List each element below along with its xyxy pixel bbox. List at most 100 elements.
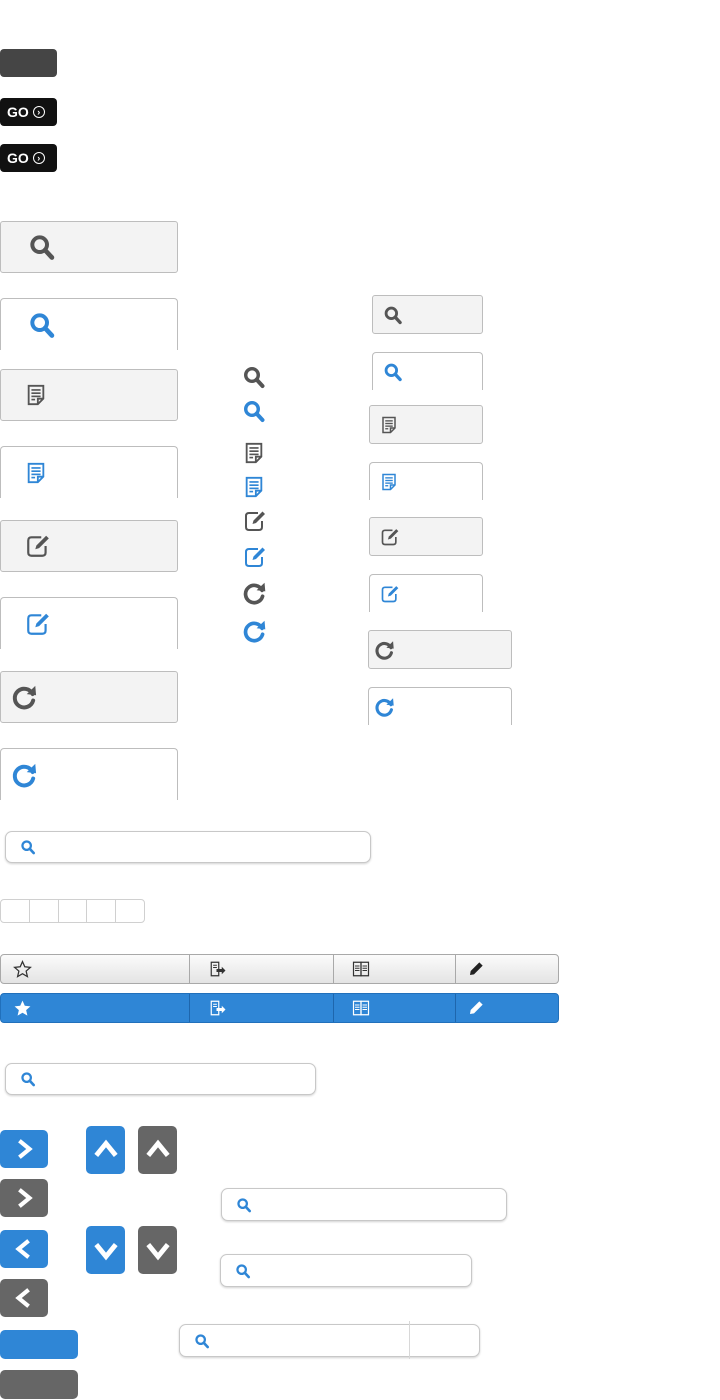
chevron-up-icon xyxy=(93,1137,119,1163)
scroll-up-button[interactable] xyxy=(138,1126,177,1174)
toolbar-favorite-button[interactable] xyxy=(1,955,191,983)
search-icon xyxy=(383,305,403,325)
segment[interactable] xyxy=(59,900,88,922)
toolbar-edit-button[interactable] xyxy=(456,955,558,983)
go-button-label: GO xyxy=(7,104,29,120)
search-icon xyxy=(20,1071,36,1087)
scroll-down-button[interactable] xyxy=(138,1226,177,1274)
scroll-up-button[interactable] xyxy=(86,1126,125,1174)
pencil-icon xyxy=(468,1000,484,1016)
refresh-tile-button-active[interactable] xyxy=(0,748,178,800)
segmented-control[interactable] xyxy=(0,899,145,923)
chevron-down-icon xyxy=(145,1237,171,1263)
chevron-left-icon xyxy=(13,1238,35,1260)
search-icon xyxy=(28,233,56,261)
edit-small-button[interactable] xyxy=(369,517,483,556)
previous-button[interactable] xyxy=(0,1279,48,1317)
document-icon xyxy=(25,461,47,485)
divider xyxy=(409,1321,410,1359)
dark-button[interactable] xyxy=(0,49,57,77)
search-input[interactable] xyxy=(258,1196,506,1213)
search-field[interactable] xyxy=(221,1188,507,1221)
primary-button[interactable] xyxy=(0,1330,78,1359)
next-button[interactable] xyxy=(0,1130,48,1168)
export-icon xyxy=(207,999,229,1017)
toolbar-edit-button[interactable] xyxy=(456,994,558,1022)
toolbar-export-button[interactable] xyxy=(190,955,335,983)
search-field[interactable] xyxy=(220,1254,472,1287)
go-button[interactable]: GO › xyxy=(0,98,57,126)
chevron-circle-right-icon: › xyxy=(32,106,45,118)
toolbar-active xyxy=(0,993,559,1023)
document-icon[interactable] xyxy=(243,475,265,499)
segment[interactable] xyxy=(87,900,117,922)
search-icon[interactable] xyxy=(242,364,266,390)
pencil-icon xyxy=(468,961,484,977)
next-button[interactable] xyxy=(0,1179,48,1217)
search-field[interactable] xyxy=(5,831,371,863)
search-field[interactable] xyxy=(179,1324,480,1357)
previous-button[interactable] xyxy=(0,1230,48,1268)
segment[interactable] xyxy=(116,900,144,922)
star-icon xyxy=(13,999,32,1018)
search-tile-button[interactable] xyxy=(0,221,178,273)
go-button-label: GO xyxy=(7,150,29,166)
chevron-left-icon xyxy=(13,1287,35,1309)
scroll-down-button[interactable] xyxy=(86,1226,125,1274)
toolbar-copy-button[interactable] xyxy=(334,955,457,983)
document-icon[interactable] xyxy=(243,441,265,465)
search-icon xyxy=(194,1333,210,1349)
edit-icon xyxy=(380,527,400,547)
chevron-right-icon xyxy=(13,1187,35,1209)
search-icon xyxy=(20,839,36,855)
refresh-icon[interactable] xyxy=(242,617,268,645)
search-input[interactable] xyxy=(216,1332,479,1349)
search-input[interactable] xyxy=(42,838,370,856)
search-icon xyxy=(28,311,56,339)
segment[interactable] xyxy=(1,900,30,922)
edit-tile-button[interactable] xyxy=(0,520,178,572)
refresh-tile-button[interactable] xyxy=(0,671,178,723)
edit-small-button-active[interactable] xyxy=(369,574,483,612)
edit-icon xyxy=(25,533,51,559)
document-icon xyxy=(25,383,47,407)
export-icon xyxy=(207,960,229,978)
chevron-up-icon xyxy=(145,1137,171,1163)
refresh-icon xyxy=(374,639,396,661)
go-button[interactable]: GO › xyxy=(0,144,57,172)
search-icon[interactable] xyxy=(242,398,266,424)
edit-icon xyxy=(25,611,51,637)
segment[interactable] xyxy=(30,900,59,922)
refresh-icon xyxy=(374,696,396,718)
edit-tile-button-active[interactable] xyxy=(0,597,178,649)
refresh-small-button[interactable] xyxy=(368,630,512,669)
edit-icon[interactable] xyxy=(243,509,267,533)
search-tile-button-active[interactable] xyxy=(0,298,178,350)
search-small-button[interactable] xyxy=(372,295,483,334)
toolbar-copy-button[interactable] xyxy=(334,994,457,1022)
toolbar-export-button[interactable] xyxy=(190,994,335,1022)
document-tile-button-active[interactable] xyxy=(0,446,178,498)
search-small-button-active[interactable] xyxy=(372,352,483,390)
search-field[interactable] xyxy=(5,1063,316,1095)
copy-icon xyxy=(350,960,372,978)
document-small-button-active[interactable] xyxy=(369,462,483,500)
edit-icon[interactable] xyxy=(243,545,267,569)
search-input[interactable] xyxy=(42,1070,315,1088)
refresh-small-button-active[interactable] xyxy=(368,687,512,725)
copy-icon xyxy=(350,999,372,1017)
toolbar xyxy=(0,954,559,984)
toolbar-favorite-button[interactable] xyxy=(1,994,191,1022)
chevron-circle-right-icon: › xyxy=(32,152,45,164)
search-input[interactable] xyxy=(257,1262,471,1279)
star-icon xyxy=(13,960,32,979)
edit-icon xyxy=(380,584,400,604)
secondary-button[interactable] xyxy=(0,1370,78,1399)
document-small-button[interactable] xyxy=(369,405,483,444)
search-icon xyxy=(235,1263,251,1279)
document-tile-button[interactable] xyxy=(0,369,178,421)
chevron-down-icon xyxy=(93,1237,119,1263)
document-icon xyxy=(380,472,398,492)
refresh-icon[interactable] xyxy=(242,579,268,607)
search-icon xyxy=(383,362,403,382)
